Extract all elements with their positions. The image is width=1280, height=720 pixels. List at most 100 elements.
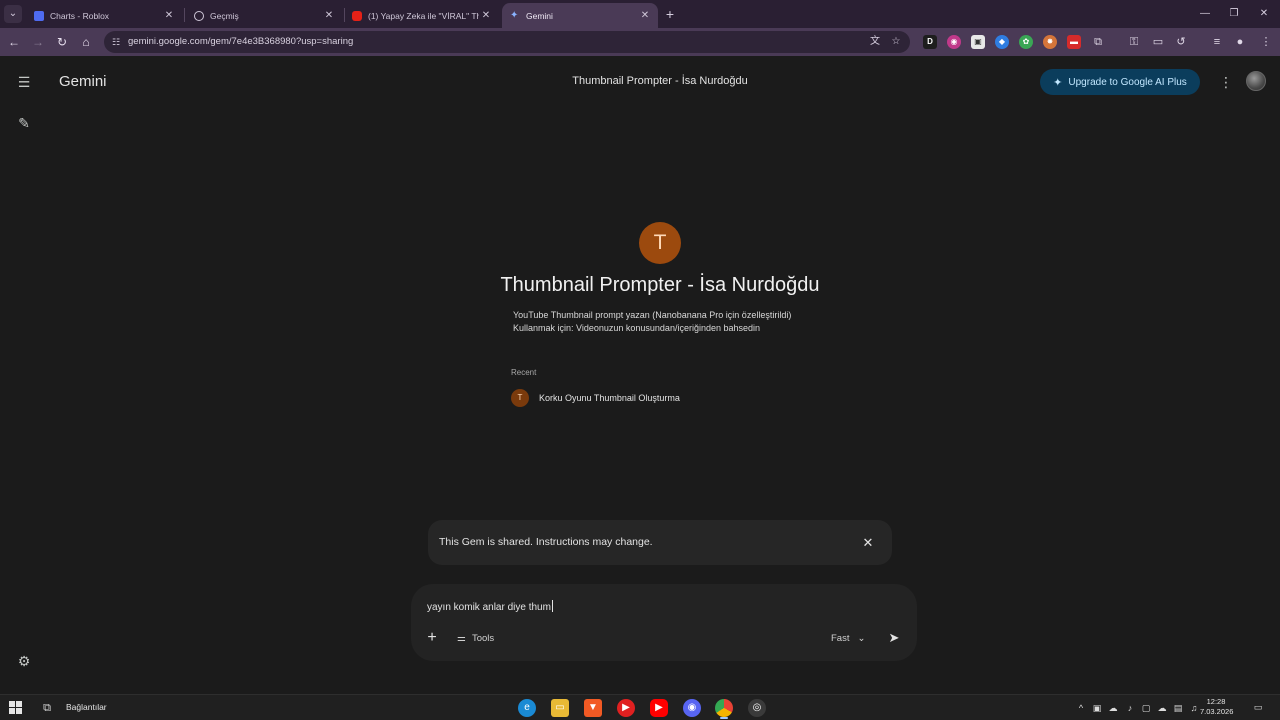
new-chat-icon[interactable]: ✎ [14, 113, 34, 133]
page-title: Thumbnail Prompter - İsa Nurdoğdu [572, 75, 748, 87]
settings-gear-icon[interactable]: ⚙ [14, 651, 34, 671]
back-icon[interactable]: ← [5, 33, 23, 51]
clock-time: 12:28 [1206, 697, 1226, 706]
screen: ⌄ Charts - Roblox ✕ Geçmiş ✕ (1) Yapay Z… [0, 0, 1280, 720]
volume-icon[interactable]: ♫ [1188, 701, 1200, 715]
main-menu-icon[interactable]: ☰ [14, 72, 34, 92]
tab-search-icon[interactable]: ⌄ [4, 5, 22, 23]
extensions-puzzle-icon[interactable]: ⧉ [1090, 34, 1106, 50]
recent-chat-title: Korku Oyunu Thumbnail Oluşturma [539, 393, 680, 403]
gem-description-line: YouTube Thumbnail prompt yazan (Nanobana… [513, 310, 792, 320]
recent-chat-avatar: T [511, 389, 529, 407]
minimize-icon[interactable]: — [1197, 6, 1213, 22]
taskbar-label[interactable]: Bağlantılar [66, 702, 107, 712]
notice-text: This Gem is shared. Instructions may cha… [439, 536, 653, 548]
tab-title: (1) Yapay Zeka ile "VİRAL" Thum [368, 10, 479, 21]
history-icon [194, 10, 204, 21]
side-rail: ☰ ✎ ⚙ [0, 56, 48, 694]
media-controls-icon[interactable]: ≡ [1209, 34, 1225, 50]
add-attachment-icon[interactable]: + [423, 629, 441, 647]
browser-tab[interactable]: Charts - Roblox ✕ [26, 3, 182, 28]
gem-description: YouTube Thumbnail prompt yazan (Nanobana… [513, 309, 791, 335]
os-taskbar: ⧉ Bağlantılar e ▭ ▼ ▶ ▶ ◉ ◎ ^ ▣ ☁ ♪ ▢ ☁ … [0, 694, 1280, 720]
tray-app-icon[interactable]: ▣ [1091, 701, 1103, 715]
tab-divider [184, 8, 185, 22]
mode-label: Fast [831, 632, 850, 644]
tray-cloud-sync-icon[interactable]: ☁ [1156, 701, 1168, 715]
network-icon[interactable]: ▤ [1172, 701, 1184, 715]
browser-menu-icon[interactable]: ⋮ [1258, 34, 1274, 50]
extension-pink-icon[interactable]: ◉ [947, 35, 961, 49]
home-icon[interactable]: ⌂ [77, 33, 95, 51]
browser-tab-strip: ⌄ Charts - Roblox ✕ Geçmiş ✕ (1) Yapay Z… [0, 0, 1280, 28]
windows-start-icon[interactable] [9, 701, 22, 714]
discord-icon[interactable]: ◉ [683, 699, 701, 717]
tools-button[interactable]: ⚌ Tools [457, 631, 494, 645]
tab-title: Geçmiş [210, 10, 239, 21]
new-tab-icon[interactable]: + [662, 6, 678, 22]
chrome-icon[interactable] [715, 699, 733, 717]
history-toolbar-icon[interactable]: ↺ [1173, 34, 1189, 50]
gem-avatar: T [639, 222, 681, 264]
model-mode-selector[interactable]: Fast ⌄ [831, 631, 865, 645]
prompt-composer[interactable]: yayın komik anlar diye thum + ⚌ Tools Fa… [411, 584, 917, 661]
tools-label: Tools [471, 632, 495, 644]
tab-close-icon[interactable]: ✕ [638, 10, 652, 21]
url-text[interactable]: gemini.google.com/gem/7e4e3B368980?usp=s… [128, 36, 353, 47]
upgrade-label: Upgrade to Google AI Plus [1068, 76, 1187, 88]
prompt-input[interactable]: yayın komik anlar diye thum [427, 600, 553, 613]
profile-icon[interactable]: ● [1232, 34, 1248, 50]
site-info-icon[interactable]: ☷ [110, 36, 122, 48]
window-close-icon[interactable]: ✕ [1256, 6, 1272, 22]
text-caret [551, 600, 553, 612]
obs-icon[interactable]: ◎ [748, 699, 766, 717]
bookmark-star-icon[interactable]: ☆ [889, 35, 903, 49]
file-explorer-icon[interactable]: ▭ [551, 699, 569, 717]
recent-chat-item[interactable]: T Korku Oyunu Thumbnail Oluşturma [511, 389, 680, 407]
address-bar[interactable]: ☷ gemini.google.com/gem/7e4e3B368980?usp… [104, 31, 910, 53]
chevron-down-icon: ⌄ [857, 632, 866, 644]
account-avatar[interactable] [1246, 71, 1266, 91]
passwords-key-icon[interactable]: ⚿ [1126, 34, 1142, 50]
tab-close-icon[interactable]: ✕ [322, 10, 336, 21]
extension-red-icon[interactable]: ▬ [1067, 35, 1081, 49]
brave-icon[interactable]: ▼ [584, 699, 602, 717]
tab-close-icon[interactable]: ✕ [479, 10, 493, 21]
close-icon[interactable]: ✕ [858, 533, 878, 553]
system-clock[interactable]: 12:28 7.03.2026 [1200, 697, 1233, 717]
payment-card-icon[interactable]: ▭ [1150, 34, 1166, 50]
extension-d-icon[interactable]: D [923, 35, 937, 49]
edge-icon[interactable]: e [518, 699, 536, 717]
tray-overflow-icon[interactable]: ^ [1075, 701, 1087, 715]
browser-tab[interactable]: Geçmiş ✕ [186, 3, 342, 28]
recent-heading: Recent [511, 368, 537, 377]
browser-tab[interactable]: (1) Yapay Zeka ile "VİRAL" Thum ✕ [344, 3, 499, 28]
shared-gem-notice: This Gem is shared. Instructions may cha… [428, 520, 892, 565]
extension-screenshot-icon[interactable]: ▣ [971, 35, 985, 49]
browser-tab-active[interactable]: ✦ Gemini ✕ [502, 3, 658, 28]
task-view-icon[interactable]: ⧉ [38, 699, 56, 717]
media-player-icon[interactable]: ▶ [617, 699, 635, 717]
more-options-icon[interactable]: ⋮ [1218, 72, 1234, 92]
microphone-icon[interactable]: ♪ [1124, 701, 1136, 715]
active-app-indicator [720, 717, 728, 719]
translate-icon[interactable]: 文 [868, 35, 882, 49]
restore-icon[interactable]: ❐ [1226, 6, 1242, 22]
extension-green-icon[interactable]: ✿ [1019, 35, 1033, 49]
tab-close-icon[interactable]: ✕ [162, 10, 176, 21]
forward-icon[interactable]: → [29, 33, 47, 51]
notifications-icon[interactable]: ▭ [1252, 701, 1264, 713]
browser-toolbar: ← → ↻ ⌂ ☷ gemini.google.com/gem/7e4e3B36… [0, 28, 1280, 56]
gemini-logo-text[interactable]: Gemini [59, 73, 107, 90]
upgrade-button[interactable]: ✦ Upgrade to Google AI Plus [1040, 69, 1200, 95]
tray-capture-icon[interactable]: ▢ [1140, 701, 1152, 715]
roblox-icon [34, 10, 44, 21]
extension-orange-icon[interactable]: ✸ [1043, 35, 1057, 49]
extension-blue-icon[interactable]: ◆ [995, 35, 1009, 49]
tab-title: Gemini [526, 10, 553, 21]
reload-icon[interactable]: ↻ [53, 33, 71, 51]
youtube-app-icon[interactable]: ▶ [650, 699, 668, 717]
send-icon[interactable]: ➤ [885, 629, 903, 647]
prompt-input-text: yayın komik anlar diye thum [427, 602, 551, 613]
tray-cloud-icon[interactable]: ☁ [1107, 701, 1119, 715]
